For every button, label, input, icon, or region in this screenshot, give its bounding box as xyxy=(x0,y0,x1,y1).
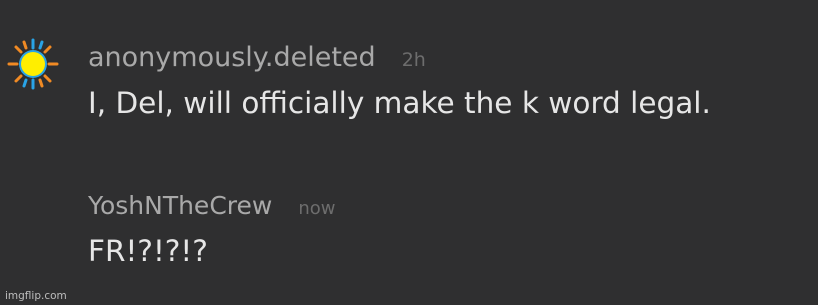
comment-timestamp: 2h xyxy=(401,49,426,71)
comment-item: anonymously.deleted 2h I, Del, will offi… xyxy=(88,38,711,125)
comment-meta: YoshNTheCrew now xyxy=(88,186,335,226)
comment-username[interactable]: anonymously.deleted xyxy=(88,38,376,78)
comment-text: I, Del, will officially make the k word … xyxy=(88,86,711,120)
comment-item: YoshNTheCrew now FR!?!?!? xyxy=(88,186,335,273)
comment-thread: anonymously.deleted 2h I, Del, will offi… xyxy=(0,0,818,305)
comment-meta: anonymously.deleted 2h xyxy=(88,38,711,78)
avatar-image xyxy=(7,38,59,90)
sun-icon[interactable] xyxy=(4,36,62,92)
comment-timestamp: now xyxy=(298,198,336,219)
comment-text: FR!?!?!? xyxy=(88,234,208,268)
watermark: imgflip.com xyxy=(5,290,67,302)
comment-username[interactable]: YoshNTheCrew xyxy=(88,186,272,226)
